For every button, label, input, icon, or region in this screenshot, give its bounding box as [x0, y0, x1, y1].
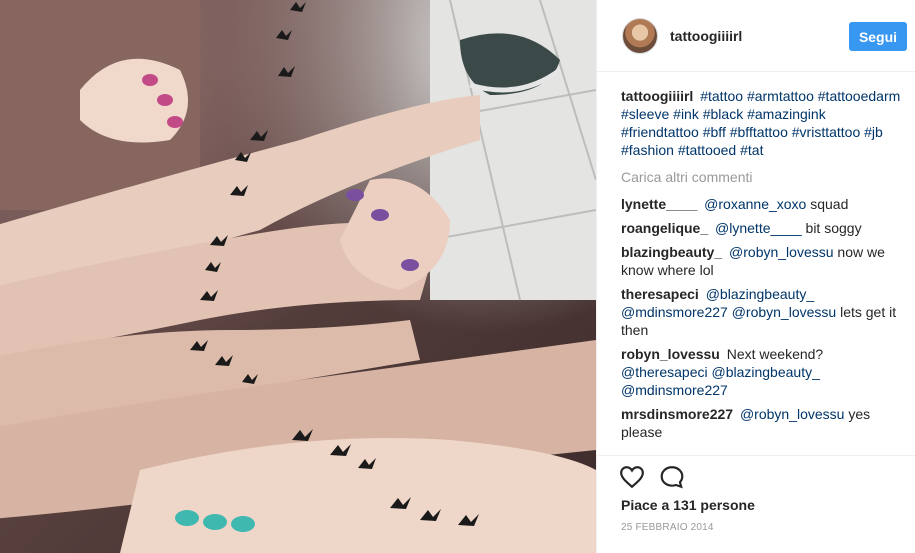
tattoo-photo-illustration [0, 0, 596, 553]
hashtag-link[interactable]: #ink [673, 106, 699, 122]
hashtag-link[interactable]: #bff [703, 124, 726, 140]
mention-link[interactable]: @mdinsmore227 [621, 304, 728, 320]
mention-link[interactable]: @roxanne_xoxo [704, 196, 806, 212]
post-actions: Piace a 131 persone 25 FEBBRAIO 2014 [597, 455, 915, 553]
likes-count[interactable]: Piace a 131 persone [621, 497, 755, 513]
mention-link[interactable]: @robyn_lovessu [740, 406, 845, 422]
post-side-panel: tattoogiiiirl Segui tattoogiiiirl #tatto… [596, 0, 915, 553]
comment-item: theresapeci @blazingbeauty_ @mdinsmore22… [621, 285, 906, 339]
comment-text: bit soggy [805, 220, 862, 236]
heart-icon[interactable] [619, 464, 645, 490]
post-header: tattoogiiiirl Segui [597, 0, 915, 72]
hashtag-link[interactable]: #jb [864, 124, 883, 140]
comment-username[interactable]: blazingbeauty_ [621, 244, 722, 260]
comment-username[interactable]: theresapeci [621, 286, 699, 302]
hashtag-link[interactable]: #tattoo [700, 88, 743, 104]
comment-entries: lynette____ @roxanne_xoxo squad roangeliq… [621, 195, 906, 441]
hashtag-link[interactable]: #amazingink [747, 106, 826, 122]
comment-item: lynette____ @roxanne_xoxo squad [621, 195, 906, 213]
hashtag-link[interactable]: #tattooed [678, 142, 736, 158]
comment-text: Next weekend? [726, 346, 824, 362]
mention-link[interactable]: @robyn_lovessu [729, 244, 834, 260]
caption-username[interactable]: tattoogiiiirl [621, 88, 693, 104]
post-date[interactable]: 25 FEBBRAIO 2014 [621, 522, 714, 533]
hashtag-link[interactable]: #sleeve [621, 106, 669, 122]
hashtag-link[interactable]: #friendtattoo [621, 124, 699, 140]
follow-button[interactable]: Segui [849, 22, 907, 51]
mention-link[interactable]: @blazingbeauty_ [706, 286, 814, 302]
post-caption: tattoogiiiirl #tattoo #armtattoo #tattoo… [621, 87, 906, 159]
post-photo[interactable] [0, 0, 596, 553]
comment-item: mrsdinsmore227 @robyn_lovessu yes please [621, 405, 906, 441]
hashtag-link[interactable]: #armtattoo [747, 88, 814, 104]
comment-item: roangelique_ @lynette____ bit soggy [621, 219, 906, 237]
speech-bubble-icon[interactable] [659, 464, 685, 490]
avatar[interactable] [622, 18, 658, 54]
header-username[interactable]: tattoogiiiirl [670, 28, 742, 44]
hashtag-link[interactable]: #tat [740, 142, 763, 158]
comment-text: squad [810, 196, 849, 212]
hashtag-link[interactable]: #vristtattoo [792, 124, 860, 140]
comment-item: robyn_lovessu Next weekend? @theresapeci… [621, 345, 906, 399]
mention-link[interactable]: @blazingbeauty_ [711, 364, 819, 380]
comment-item: blazingbeauty_ @robyn_lovessu now we kno… [621, 243, 906, 279]
comment-username[interactable]: robyn_lovessu [621, 346, 720, 362]
mention-link[interactable]: @theresapeci [621, 364, 708, 380]
comment-username[interactable]: mrsdinsmore227 [621, 406, 733, 422]
load-more-comments-link[interactable]: Carica altri commenti [621, 168, 906, 186]
comments-list[interactable]: tattoogiiiirl #tattoo #armtattoo #tattoo… [621, 87, 906, 455]
mention-link[interactable]: @mdinsmore227 [621, 382, 728, 398]
hashtag-link[interactable]: #tattooedarm [818, 88, 901, 104]
hashtag-link[interactable]: #fashion [621, 142, 674, 158]
comment-username[interactable]: roangelique_ [621, 220, 708, 236]
mention-link[interactable]: @robyn_lovessu [732, 304, 837, 320]
mention-link[interactable]: @lynette____ [715, 220, 802, 236]
comment-username[interactable]: lynette____ [621, 196, 697, 212]
hashtag-link[interactable]: #black [703, 106, 743, 122]
hashtag-link[interactable]: #bfftattoo [730, 124, 788, 140]
